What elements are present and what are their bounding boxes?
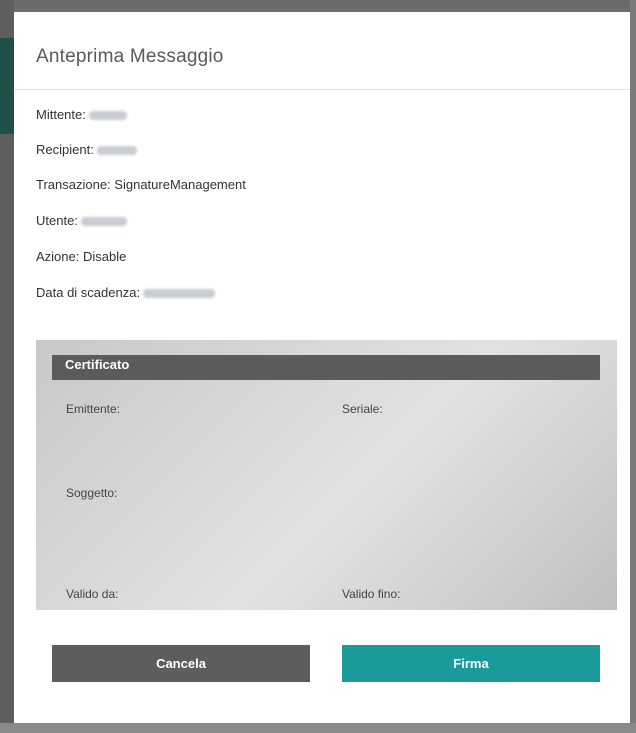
backdrop-bottom-edge [0, 723, 636, 733]
recipient-label: Recipient: [36, 142, 94, 157]
dialog-header: Anteprima Messaggio [14, 12, 630, 90]
backdrop-right-edge [630, 0, 636, 733]
certificate-header: Certificato [52, 355, 600, 380]
valido-da-label: Valido da: [66, 587, 119, 601]
seriale-label: Seriale: [342, 402, 383, 416]
utente-row: Utente: [36, 213, 127, 228]
backdrop-left-edge [0, 0, 14, 733]
message-preview-dialog: Anteprima Messaggio Mittente: Recipient:… [14, 12, 630, 723]
scadenza-value-redacted [143, 289, 216, 299]
azione-value: Disable [83, 249, 127, 264]
transazione-value: SignatureManagement [114, 177, 246, 192]
azione-label: Azione: [36, 249, 80, 264]
backdrop-top-edge [0, 0, 636, 12]
azione-row: Azione: Disable [36, 249, 126, 264]
mittente-label: Mittente: [36, 107, 86, 122]
screen: Anteprima Messaggio Mittente: Recipient:… [0, 0, 636, 733]
backdrop-accent [0, 38, 14, 134]
soggetto-label: Soggetto: [66, 486, 118, 500]
transazione-row: Transazione: SignatureManagement [36, 177, 246, 192]
emittente-label: Emittente: [66, 402, 121, 416]
utente-value-redacted [80, 217, 127, 227]
recipient-row: Recipient: [36, 142, 137, 157]
dialog-title: Anteprima Messaggio [36, 46, 224, 67]
utente-label: Utente: [36, 213, 78, 228]
recipient-value-redacted [96, 146, 137, 156]
certificate-panel: Certificato Emittente: Seriale: Soggetto… [36, 340, 617, 610]
mittente-value-redacted [88, 111, 127, 121]
sign-button[interactable]: Firma [342, 645, 600, 682]
mittente-row: Mittente: [36, 107, 127, 122]
valido-fino-label: Valido fino: [342, 587, 401, 601]
scadenza-label: Data di scadenza: [36, 285, 141, 300]
cancel-button[interactable]: Cancela [52, 645, 310, 682]
transazione-label: Transazione: [36, 177, 111, 192]
scadenza-row: Data di scadenza: [36, 285, 216, 300]
